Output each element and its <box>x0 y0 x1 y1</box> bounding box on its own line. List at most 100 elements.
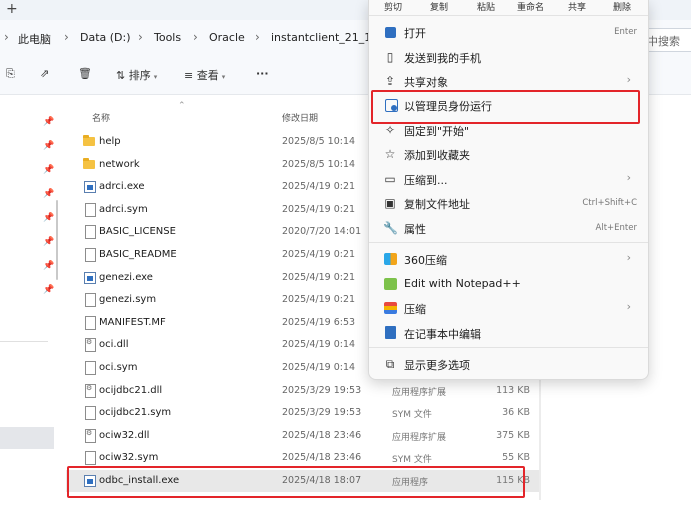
pin-icon[interactable]: 📌 <box>43 189 54 199</box>
file-name: ocijdbc21.sym <box>99 407 172 419</box>
nav-selected-item[interactable] <box>0 427 54 449</box>
breadcrumb-chevron-icon: › <box>193 30 198 44</box>
file-type: SYM 文件 <box>392 455 432 466</box>
menu-item-shortcut: Alt+Enter <box>595 223 637 233</box>
file-row[interactable]: ocijdbc21.dll 2025/3/29 19:53 应用程序扩展 113 KB <box>66 380 540 402</box>
copy-button[interactable]: 复制 <box>430 0 448 13</box>
sort-icon: ⇅ <box>116 69 126 82</box>
pin-icon[interactable]: 📌 <box>43 213 54 223</box>
file-modified-date: 2025/4/19 0:14 <box>282 339 356 351</box>
file-modified-date: 2025/4/18 23:46 <box>282 429 362 441</box>
file-modified-date: 2025/8/5 10:14 <box>282 158 356 170</box>
menu-divider <box>369 242 648 243</box>
pin-icon[interactable]: 📌 <box>43 141 54 151</box>
pin-icon[interactable]: 📌 <box>43 117 54 127</box>
breadcrumb-chevron-icon: › <box>138 30 143 44</box>
share-out-icon[interactable]: ⇗ <box>40 67 49 80</box>
menu-item-edit-notepadpp[interactable]: Edit with Notepad++ <box>373 272 643 296</box>
delete-icon[interactable]: 🗑 <box>78 67 92 80</box>
menu-item-shortcut: Enter <box>614 27 637 37</box>
menu-item-label: Edit with Notepad++ <box>404 277 521 290</box>
highlight-run-as-admin <box>371 90 640 124</box>
pin-icon[interactable]: 📌 <box>43 237 54 247</box>
file-icon <box>85 315 96 330</box>
archive-icon: ▭ <box>384 172 396 186</box>
menu-item-properties[interactable]: 🔧 属性 Alt+Enter <box>373 216 643 240</box>
360-zip-icon <box>384 253 397 265</box>
file-row[interactable]: ociw32.dll 2025/4/18 23:46 应用程序扩展 375 KB <box>66 425 540 447</box>
file-name: ociw32.sym <box>99 452 159 464</box>
breadcrumb-item[interactable]: 此电脑 <box>18 31 51 47</box>
menu-item-add-to-favorites[interactable]: ☆ 添加到收藏夹 <box>373 142 643 166</box>
pin-icon[interactable]: 📌 <box>43 261 54 271</box>
file-modified-date: 2025/4/19 0:21 <box>282 249 356 260</box>
cut-button[interactable]: 剪切 <box>384 0 402 13</box>
breadcrumb-item[interactable]: Data (D:) <box>80 31 131 44</box>
menu-item-copy-path[interactable]: ▣ 复制文件地址 Ctrl+Shift+C <box>373 191 643 215</box>
file-type: SYM 文件 <box>392 410 432 421</box>
menu-item-compress-to[interactable]: ▭ 压缩到... › <box>373 167 643 191</box>
file-modified-date: 2025/4/19 0:14 <box>282 362 356 373</box>
view-label: 查看 <box>196 69 219 82</box>
new-tab-button[interactable]: + <box>6 1 18 17</box>
column-header-date[interactable]: 修改日期 <box>282 111 318 124</box>
notepad-icon <box>385 326 396 339</box>
file-name: ociw32.dll <box>99 429 150 441</box>
breadcrumb-item[interactable]: Oracle <box>209 31 245 44</box>
more-button[interactable]: ··· <box>256 67 269 80</box>
delete-button[interactable]: 删除 <box>613 0 631 13</box>
menu-item-label: 压缩到... <box>404 174 448 187</box>
executable-icon <box>84 271 96 284</box>
file-row[interactable]: ocijdbc21.sym 2025/3/29 19:53 SYM 文件 36 KB <box>66 402 540 424</box>
context-menu: 剪切 复制 粘贴 重命名 共享 删除 打开 Enter ▯ 发送到我的手机 ⇪ … <box>368 0 649 380</box>
chevron-down-icon: ▾ <box>153 73 158 81</box>
menu-item-label: 共享对象 <box>404 76 448 89</box>
file-name: genezi.exe <box>99 271 153 283</box>
file-icon <box>85 225 96 240</box>
chevron-right-icon: › <box>626 251 631 264</box>
chevron-down-icon: ▾ <box>221 73 226 81</box>
menu-item-show-more-options[interactable]: ⧉ 显示更多选项 <box>373 352 643 376</box>
menu-item-360-compress[interactable]: 360压缩 › <box>373 247 643 271</box>
file-name: MANIFEST.MF <box>99 316 166 328</box>
pin-icon[interactable]: 📌 <box>43 165 54 175</box>
column-header-name[interactable]: 名称 <box>92 111 110 124</box>
share-icon[interactable]: ⎘ <box>6 67 15 81</box>
file-modified-date: 2025/4/19 6:53 <box>282 316 356 328</box>
menu-divider <box>369 347 648 348</box>
menu-item-compress[interactable]: 压缩 › <box>373 296 643 320</box>
view-button[interactable]: ≡ 查看 ▾ <box>184 67 225 83</box>
breadcrumb-item[interactable]: instantclient_21_18 <box>271 31 378 44</box>
menu-item-shortcut: Ctrl+Shift+C <box>582 198 637 208</box>
folder-icon <box>83 135 95 146</box>
file-name: genezi.sym <box>99 294 157 306</box>
menu-item-open[interactable]: 打开 Enter <box>373 20 643 44</box>
zip-icon <box>384 302 397 314</box>
menu-item-label: 打开 <box>404 27 426 40</box>
menu-item-label: 添加到收藏夹 <box>404 149 470 162</box>
file-name: adrci.exe <box>99 181 145 193</box>
paste-button[interactable]: 粘贴 <box>477 0 495 13</box>
file-name: adrci.sym <box>99 203 148 215</box>
pin-icon[interactable]: 📌 <box>43 285 54 295</box>
breadcrumb-item[interactable]: Tools <box>154 31 181 44</box>
menu-item-label: 属性 <box>404 223 426 236</box>
menu-item-edit-in-notepad[interactable]: 在记事本中编辑 <box>373 321 643 345</box>
menu-item-label: 360压缩 <box>404 254 447 267</box>
file-icon <box>85 293 96 308</box>
menu-item-send-to-phone[interactable]: ▯ 发送到我的手机 <box>373 45 643 69</box>
sort-button[interactable]: ⇅ 排序 ▾ <box>116 67 157 83</box>
share-button[interactable]: 共享 <box>568 0 586 13</box>
rename-button[interactable]: 重命名 <box>517 0 544 13</box>
file-name: oci.sym <box>99 362 138 373</box>
menu-item-label: 发送到我的手机 <box>404 52 481 65</box>
dll-file-icon <box>85 383 96 398</box>
nav-scrollbar[interactable] <box>56 200 58 280</box>
chevron-right-icon: › <box>626 73 631 86</box>
breadcrumb-chevron-icon: › <box>255 30 260 44</box>
file-size: 113 KB <box>496 384 530 396</box>
dll-file-icon <box>85 428 96 443</box>
folder-icon <box>83 157 95 169</box>
notepad-plus-icon <box>384 278 397 290</box>
menu-item-label: 复制文件地址 <box>404 198 470 211</box>
